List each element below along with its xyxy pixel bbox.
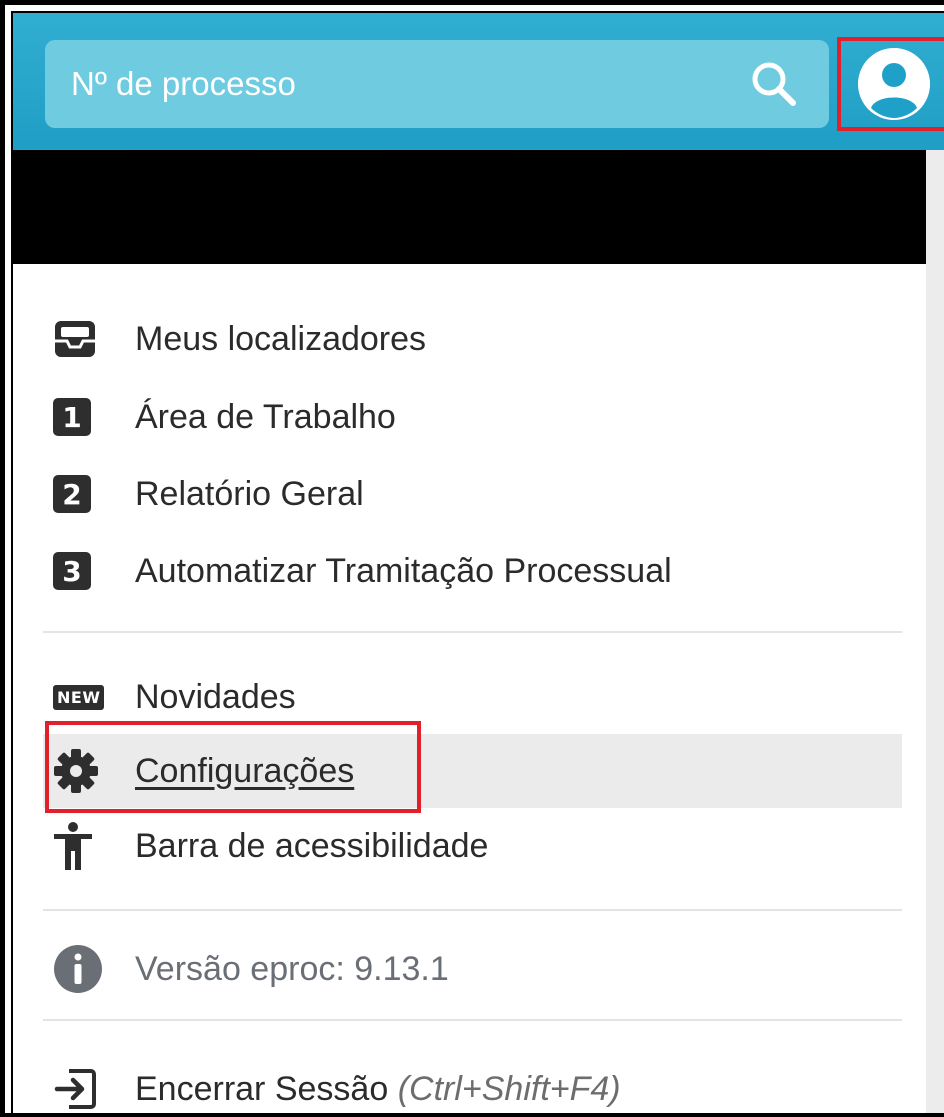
user-menu: Meus localizadores 1 Área de Trabalho 2 … [13,264,926,1113]
menu-divider [43,1019,902,1021]
scrollbar-track[interactable] [926,150,944,1113]
number-2-icon: 2 [53,469,113,519]
menu-item-novidades[interactable]: NEW Novidades [43,660,902,734]
menu-item-automatizar-tramitacao[interactable]: 3 Automatizar Tramitação Processual [43,534,902,608]
search-icon[interactable] [739,49,809,119]
menu-item-label: Relatório Geral [135,474,364,513]
menu-item-label: Novidades [135,677,296,716]
sign-out-icon [53,1064,113,1113]
menu-item-meus-localizadores[interactable]: Meus localizadores [43,302,902,376]
black-banner [13,150,944,264]
menu-item-encerrar-sessao[interactable]: Encerrar Sessão (Ctrl+Shift+F4) [43,1052,902,1113]
number-1-icon: 1 [53,392,113,442]
gear-icon [53,746,113,796]
menu-item-configuracoes[interactable]: Configurações [43,734,902,808]
accessibility-person-icon [53,821,113,871]
menu-item-label: Barra de acessibilidade [135,826,489,865]
search-bar [45,40,829,128]
new-badge-icon: NEW [53,672,113,722]
process-number-input[interactable] [45,40,739,128]
menu-item-relatorio-geral[interactable]: 2 Relatório Geral [43,457,902,531]
menu-item-area-de-trabalho[interactable]: 1 Área de Trabalho [43,380,902,454]
menu-item-label: Automatizar Tramitação Processual [135,551,672,590]
menu-item-label: Encerrar Sessão (Ctrl+Shift+F4) [135,1069,621,1108]
top-header [13,13,944,150]
menu-item-label: Configurações [135,751,355,790]
window-frame: Meus localizadores 1 Área de Trabalho 2 … [0,0,944,1117]
menu-item-barra-acessibilidade[interactable]: Barra de acessibilidade [43,809,902,883]
number-3-icon: 3 [53,546,113,596]
info-circle-icon [53,944,113,994]
menu-item-label: Área de Trabalho [135,397,396,436]
menu-divider [43,909,902,911]
version-label: Versão eproc: 9.13.1 [135,949,449,988]
inbox-tray-icon [53,314,113,364]
version-info: Versão eproc: 9.13.1 [43,932,902,1006]
user-menu-button[interactable] [837,37,944,131]
menu-divider [43,631,902,633]
app-viewport: Meus localizadores 1 Área de Trabalho 2 … [11,11,944,1113]
shortcut-hint: (Ctrl+Shift+F4) [397,1069,621,1108]
user-circle-icon [858,48,930,120]
menu-item-label: Meus localizadores [135,319,427,358]
